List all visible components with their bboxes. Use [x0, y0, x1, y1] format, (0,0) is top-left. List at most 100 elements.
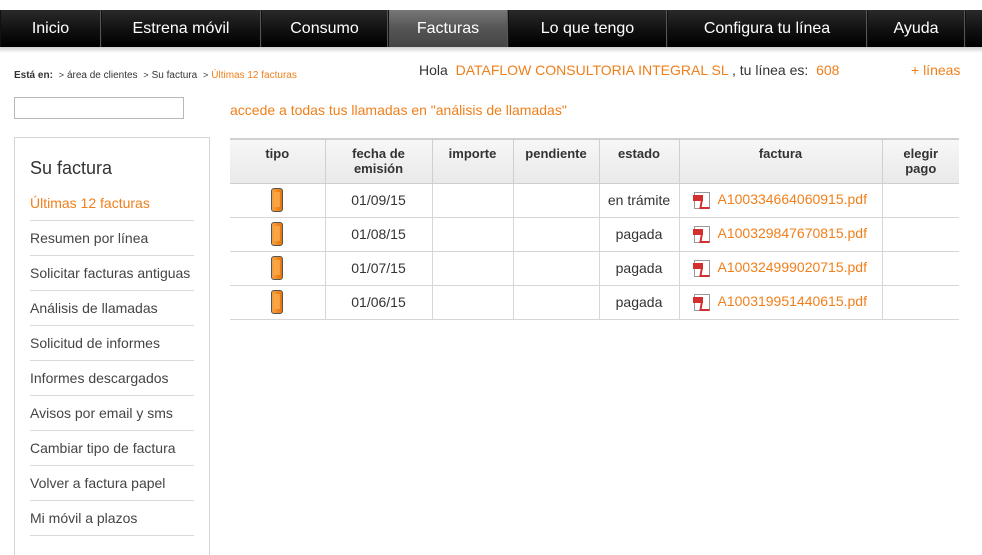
greeting-hello: Hola — [419, 62, 448, 78]
nav-item-end — [965, 10, 982, 47]
sidebar-item-cambiar-tipo-de-factura[interactable]: Cambiar tipo de factura — [30, 431, 194, 466]
nav-item-label: Inicio — [31, 19, 70, 37]
cell-importe — [431, 285, 513, 320]
column-header-pago-line2: pago — [905, 161, 937, 176]
cell-factura: A100329847670815.pdf — [678, 217, 882, 252]
nav-item-label: Configura tu línea — [703, 19, 831, 37]
breadcrumb: Está en: > área de clientes > Su factura >… — [14, 70, 297, 81]
breadcrumb-prefix: Está en: — [14, 70, 53, 81]
table-row: 01/08/15 pagada A100329847670815.pdf — [230, 217, 959, 252]
cell-pendiente — [512, 285, 599, 320]
cell-elegir-pago — [881, 251, 959, 286]
sidebar-menu: Últimas 12 facturas Resumen por línea So… — [30, 186, 194, 536]
column-header-elegir-pago: elegir pago — [881, 138, 959, 184]
top-navigation: Inicio Estrena móvil Consumo Facturas Lo… — [0, 10, 982, 47]
pdf-file-icon[interactable] — [692, 259, 710, 277]
cell-estado: pagada — [598, 251, 679, 286]
nav-item-inicio[interactable]: Inicio — [0, 10, 101, 47]
table-row: 01/07/15 pagada A100324999020715.pdf — [230, 251, 959, 286]
nav-item-label: Ayuda — [893, 19, 939, 37]
invoice-pdf-link[interactable]: A100319951440615.pdf — [718, 293, 867, 309]
cell-pendiente — [512, 251, 599, 286]
mobile-phone-icon — [271, 188, 284, 212]
more-lines-link[interactable]: + líneas — [911, 62, 960, 78]
mobile-phone-icon — [271, 222, 284, 246]
cell-importe — [431, 251, 513, 286]
sidebar-item-solicitar-facturas-antiguas[interactable]: Solicitar facturas antiguas — [30, 256, 194, 291]
pdf-file-icon[interactable] — [692, 191, 710, 209]
sidebar-item-ultimas-12-facturas[interactable]: Últimas 12 facturas — [30, 186, 194, 221]
sidebar-panel: Su factura Últimas 12 facturas Resumen p… — [14, 137, 210, 555]
pdf-file-icon[interactable] — [692, 293, 710, 311]
table-header-row: tipo fecha de emisión importe pendiente e… — [230, 138, 959, 184]
column-header-factura: factura — [678, 138, 882, 184]
cell-fecha: 01/08/15 — [324, 217, 432, 252]
call-analysis-link[interactable]: accede a todas tus llamadas en "análisis… — [230, 102, 567, 118]
line-number: 608 — [816, 62, 840, 78]
nav-item-consumo[interactable]: Consumo — [261, 10, 388, 47]
user-greeting: Hola DATAFLOW CONSULTORIA INTEGRAL SL , … — [419, 62, 839, 78]
cell-tipo — [230, 183, 325, 218]
cell-estado: en trámite — [598, 183, 679, 218]
cell-pendiente — [512, 217, 599, 252]
cell-tipo — [230, 285, 325, 320]
nav-item-label: Facturas — [416, 19, 480, 37]
breadcrumb-item-current: Últimas 12 facturas — [211, 70, 297, 81]
nav-item-facturas[interactable]: Facturas — [388, 10, 508, 47]
sidebar-item-solicitud-de-informes[interactable]: Solicitud de informes — [30, 326, 194, 361]
sidebar-item-avisos-email-sms[interactable]: Avisos por email y sms — [30, 396, 194, 431]
cell-fecha: 01/09/15 — [324, 183, 432, 218]
column-header-fecha-line2: emisión — [353, 161, 404, 176]
cell-fecha: 01/07/15 — [324, 251, 432, 286]
breadcrumb-item-area-clientes[interactable]: área de clientes — [67, 70, 138, 81]
breadcrumb-separator-icon: > — [58, 70, 64, 80]
sidebar-item-volver-a-factura-papel[interactable]: Volver a factura papel — [30, 466, 194, 501]
nav-item-label: Consumo — [290, 19, 359, 37]
cell-factura: A100324999020715.pdf — [678, 251, 882, 286]
sidebar-title: Su factura — [30, 158, 113, 178]
column-header-fecha-line1: fecha de — [352, 146, 405, 161]
column-header-estado: estado — [598, 138, 679, 184]
cell-elegir-pago — [881, 183, 959, 218]
invoice-pdf-link[interactable]: A100324999020715.pdf — [718, 259, 867, 275]
cell-estado: pagada — [598, 285, 679, 320]
column-header-pago-line1: elegir — [903, 146, 939, 161]
nav-item-estrena-movil[interactable]: Estrena móvil — [101, 10, 261, 47]
sidebar-item-mi-movil-a-plazos[interactable]: Mi móvil a plazos — [30, 501, 194, 536]
mobile-phone-icon — [271, 256, 284, 280]
nav-item-label: Estrena móvil — [132, 19, 230, 37]
organization-name: DATAFLOW CONSULTORIA INTEGRAL SL — [455, 62, 729, 78]
column-header-fecha: fecha de emisión — [324, 138, 432, 184]
cell-elegir-pago — [881, 217, 959, 252]
nav-item-label: Lo que tengo — [540, 19, 635, 37]
table-row: 01/06/15 pagada A100319951440615.pdf — [230, 285, 959, 320]
cell-elegir-pago — [881, 285, 959, 320]
cell-factura: A100334664060915.pdf — [678, 183, 882, 218]
table-row: 01/09/15 en trámite A100334664060915.pdf — [230, 183, 959, 218]
breadcrumb-separator-icon: > — [202, 70, 209, 80]
nav-item-lo-que-tengo[interactable]: Lo que tengo — [508, 10, 667, 47]
greeting-line-text: , tu línea es: — [732, 62, 809, 78]
cell-factura: A100319951440615.pdf — [678, 285, 882, 320]
sidebar-item-resumen-por-linea[interactable]: Resumen por línea — [30, 221, 194, 256]
breadcrumb-item-su-factura[interactable]: Su factura — [152, 70, 198, 81]
mobile-phone-icon — [271, 290, 284, 314]
nav-shadow — [0, 47, 982, 53]
invoice-pdf-link[interactable]: A100334664060915.pdf — [718, 191, 867, 207]
sidebar-item-informes-descargados[interactable]: Informes descargados — [30, 361, 194, 396]
cell-fecha: 01/06/15 — [324, 285, 432, 320]
cell-importe — [431, 183, 513, 218]
pdf-file-icon[interactable] — [692, 225, 710, 243]
cell-importe — [431, 217, 513, 252]
column-header-importe: importe — [431, 138, 513, 184]
search-input[interactable] — [14, 97, 184, 119]
sidebar-item-analisis-de-llamadas[interactable]: Análisis de llamadas — [30, 291, 194, 326]
column-header-pendiente: pendiente — [512, 138, 599, 184]
invoice-pdf-link[interactable]: A100329847670815.pdf — [718, 225, 867, 241]
invoices-table: tipo fecha de emisión importe pendiente e… — [230, 138, 959, 320]
nav-item-configura-tu-linea[interactable]: Configura tu línea — [667, 10, 867, 47]
column-header-tipo: tipo — [230, 138, 325, 184]
cell-tipo — [230, 217, 325, 252]
cell-estado: pagada — [598, 217, 679, 252]
nav-item-ayuda[interactable]: Ayuda — [867, 10, 965, 47]
